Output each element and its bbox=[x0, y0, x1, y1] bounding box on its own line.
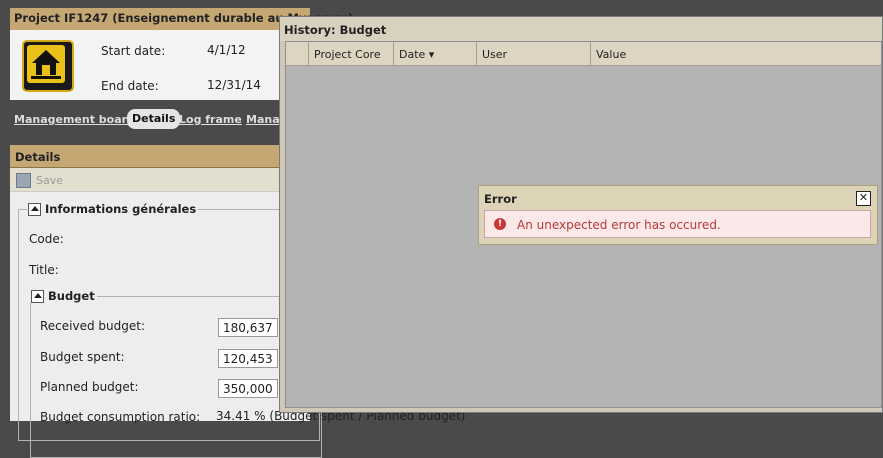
project-home-icon bbox=[22, 40, 74, 92]
general-info-legend[interactable]: Informations générales bbox=[27, 202, 199, 216]
budget-spent-field[interactable]: 120,453 bbox=[218, 349, 278, 368]
error-icon: ! bbox=[494, 218, 506, 230]
column-date[interactable]: Date ▾ bbox=[394, 42, 477, 65]
project-title-bar: Project IF1247 (Enseignement durable au … bbox=[10, 8, 353, 31]
start-date-value: 4/1/12 bbox=[207, 43, 246, 57]
grid-checkbox-column[interactable] bbox=[286, 42, 309, 65]
general-info-fieldset: Informations générales Code: Title: Budg… bbox=[18, 202, 465, 458]
budget-legend[interactable]: Budget bbox=[30, 289, 97, 303]
error-message: An unexpected error has occured. bbox=[517, 218, 721, 232]
save-button[interactable]: Save bbox=[36, 174, 63, 187]
planned-budget-label: Planned budget: bbox=[40, 380, 139, 394]
consumption-ratio-label: Budget consumption ratio: bbox=[40, 410, 201, 424]
tab-management-board[interactable]: Management board bbox=[14, 113, 135, 126]
error-dialog: Error ✕ ! An unexpected error has occure… bbox=[478, 185, 878, 245]
save-icon[interactable] bbox=[16, 173, 31, 188]
column-project-core[interactable]: Project Core bbox=[309, 42, 394, 65]
project-tabs: Management board Details Log frame Manag bbox=[10, 101, 310, 141]
budget-spent-label: Budget spent: bbox=[40, 350, 125, 364]
tab-details[interactable]: Details bbox=[127, 109, 181, 129]
collapse-budget-icon[interactable] bbox=[31, 290, 44, 303]
grid-header: Project Core Date ▾ User Value bbox=[286, 42, 881, 66]
details-title: Details bbox=[15, 150, 61, 164]
error-message-box: ! An unexpected error has occured. bbox=[484, 210, 871, 238]
column-user[interactable]: User bbox=[477, 42, 591, 65]
tab-log-frame[interactable]: Log frame bbox=[179, 113, 242, 126]
collapse-general-icon[interactable] bbox=[28, 203, 41, 216]
details-toolbar: Save bbox=[10, 168, 310, 192]
title-label: Title: bbox=[29, 263, 59, 277]
start-date-label: Start date: bbox=[101, 44, 166, 58]
end-date-label: End date: bbox=[101, 79, 159, 93]
column-value[interactable]: Value bbox=[591, 42, 881, 65]
history-title: History: Budget bbox=[284, 23, 387, 37]
history-title-bar[interactable]: History: Budget bbox=[280, 17, 882, 41]
received-budget-field[interactable]: 180,637 bbox=[218, 318, 278, 337]
code-label: Code: bbox=[29, 232, 64, 246]
received-budget-label: Received budget: bbox=[40, 319, 145, 333]
end-date-value: 12/31/14 bbox=[207, 78, 261, 92]
details-header: Details bbox=[10, 145, 310, 168]
planned-budget-field[interactable]: 350,000 bbox=[218, 379, 278, 398]
project-info: Start date: 4/1/12 End date: 12/31/14 bbox=[10, 30, 310, 100]
details-panel: Details Save Informations générales Code… bbox=[10, 145, 465, 458]
error-title: Error bbox=[484, 192, 517, 206]
close-icon[interactable]: ✕ bbox=[856, 191, 871, 206]
